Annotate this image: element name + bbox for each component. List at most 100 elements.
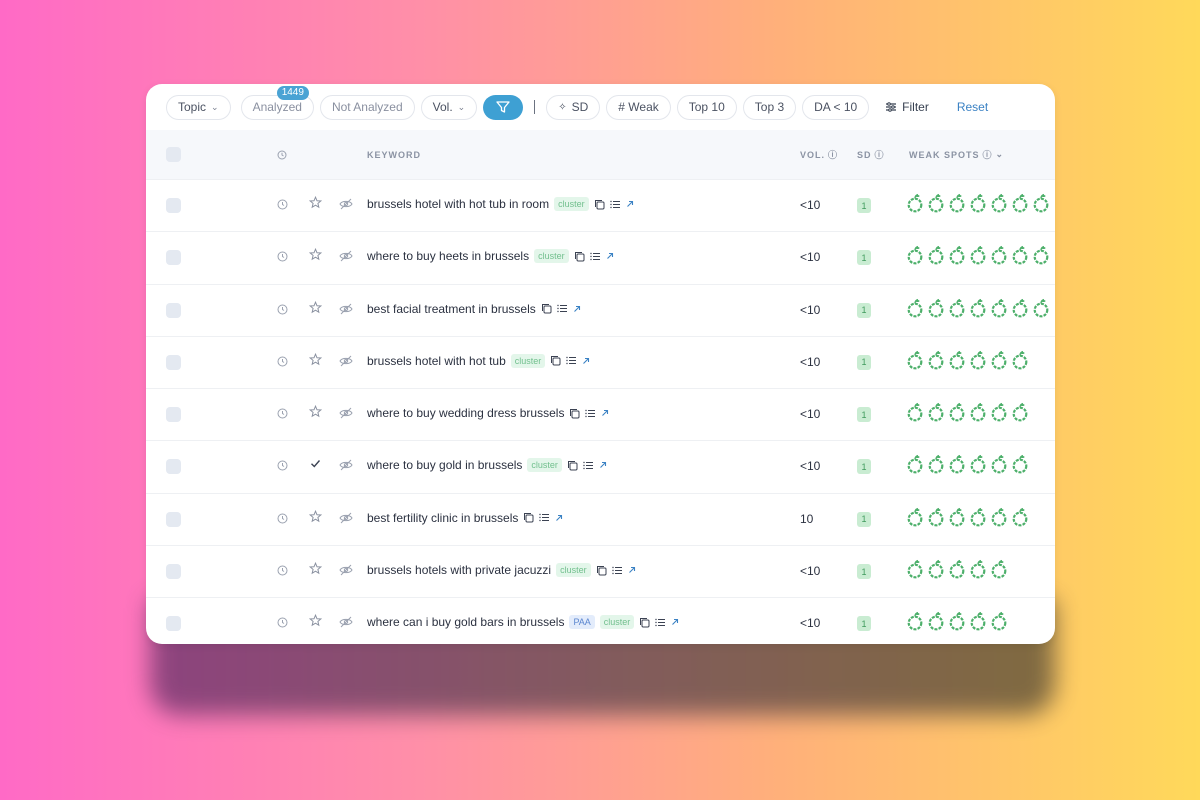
table-row[interactable]: where to buy wedding dress brussels <10 1	[146, 389, 1055, 442]
weak-spot-icon[interactable]	[969, 507, 987, 532]
weak-spot-icon[interactable]	[948, 402, 966, 427]
table-row[interactable]: where can i buy gold bars in brussels PAA…	[146, 598, 1055, 644]
top10-filter[interactable]: Top 10	[676, 94, 737, 120]
weak-spot-icon[interactable]	[969, 298, 987, 323]
sd-filter[interactable]: ✧ SD	[546, 94, 601, 120]
weak-spot-icon[interactable]	[969, 193, 987, 218]
weak-spot-icon[interactable]	[969, 402, 987, 427]
external-link-icon[interactable]	[599, 461, 607, 469]
list-icon[interactable]	[585, 409, 596, 418]
copy-icon[interactable]	[550, 355, 561, 366]
weak-spot-icon[interactable]	[927, 350, 945, 375]
weak-spot-icon[interactable]	[906, 245, 924, 270]
copy-icon[interactable]	[596, 565, 607, 576]
row-checkbox[interactable]	[166, 407, 181, 423]
weak-spot-icon[interactable]	[990, 193, 1008, 218]
row-checkbox[interactable]	[166, 250, 181, 266]
weak-spot-icon[interactable]	[1011, 402, 1029, 427]
hide-icon[interactable]	[339, 249, 353, 267]
star-icon[interactable]	[308, 352, 323, 371]
weak-spot-icon[interactable]	[906, 559, 924, 584]
row-checkbox[interactable]	[166, 302, 181, 318]
weak-spot-icon[interactable]	[1011, 245, 1029, 270]
weak-spot-icon[interactable]	[1032, 245, 1050, 270]
list-icon[interactable]	[557, 304, 568, 313]
history-icon[interactable]	[277, 197, 288, 215]
table-row[interactable]: best fertility clinic in brussels 10 1	[146, 494, 1055, 547]
weak-spot-icon[interactable]	[1032, 193, 1050, 218]
list-icon[interactable]	[655, 618, 666, 627]
vol-column-header[interactable]: VOL. ⓘ	[800, 148, 838, 161]
weak-spot-icon[interactable]	[906, 350, 924, 375]
weak-spot-icon[interactable]	[948, 350, 966, 375]
weak-spot-icon[interactable]	[1011, 507, 1029, 532]
hide-icon[interactable]	[339, 406, 353, 424]
external-link-icon[interactable]	[582, 357, 590, 365]
copy-icon[interactable]	[639, 617, 650, 628]
select-all-checkbox[interactable]	[166, 147, 181, 162]
list-icon[interactable]	[609, 200, 621, 209]
analyzed-filter[interactable]: Analyzed 1449	[240, 85, 314, 120]
weak-spot-icon[interactable]	[990, 350, 1008, 375]
checked-icon[interactable]	[309, 457, 322, 475]
weak-spot-icon[interactable]	[906, 507, 924, 532]
weak-filter[interactable]: # Weak	[606, 94, 671, 120]
row-checkbox[interactable]	[166, 564, 181, 580]
weak-spot-icon[interactable]	[1032, 298, 1050, 323]
weak-spot-icon[interactable]	[969, 559, 987, 584]
keyword-text[interactable]: where to buy gold in brussels	[367, 458, 522, 472]
keyword-text[interactable]: brussels hotels with private jacuzzi	[367, 563, 551, 577]
weak-spot-icon[interactable]	[927, 454, 945, 479]
keyword-text[interactable]: brussels hotel with hot tub in room	[367, 197, 549, 211]
weak-spot-icon[interactable]	[906, 454, 924, 479]
hide-icon[interactable]	[339, 458, 353, 476]
history-icon[interactable]	[277, 563, 288, 581]
weak-spot-icon[interactable]	[927, 193, 945, 218]
weak-spot-icon[interactable]	[1011, 298, 1029, 323]
table-row[interactable]: brussels hotel with hot tub cluster <10 1	[146, 337, 1055, 390]
weak-spot-icon[interactable]	[927, 245, 945, 270]
weak-spot-icon[interactable]	[1011, 350, 1029, 375]
copy-icon[interactable]	[594, 199, 605, 210]
external-link-icon[interactable]	[671, 618, 679, 626]
keyword-column-header[interactable]: KEYWORD	[367, 150, 421, 160]
list-icon[interactable]	[539, 513, 550, 522]
keyword-text[interactable]: where can i buy gold bars in brussels	[367, 615, 564, 629]
history-icon[interactable]	[277, 615, 288, 633]
star-icon[interactable]	[308, 614, 323, 632]
hide-icon[interactable]	[339, 354, 353, 372]
weak-spot-icon[interactable]	[927, 402, 945, 427]
weak-spot-icon[interactable]	[1011, 454, 1029, 479]
weak-spot-icon[interactable]	[969, 350, 987, 375]
weak-spot-icon[interactable]	[927, 298, 945, 323]
filter-toggle-button[interactable]	[483, 94, 524, 120]
weak-spot-icon[interactable]	[948, 611, 966, 636]
weak-spot-icon[interactable]	[990, 559, 1008, 584]
list-icon[interactable]	[583, 461, 594, 470]
topic-dropdown[interactable]: Topic ⌄	[166, 94, 231, 120]
row-checkbox[interactable]	[166, 616, 181, 632]
hide-icon[interactable]	[339, 511, 353, 529]
star-icon[interactable]	[308, 300, 323, 319]
sd-column-header[interactable]: SD ⓘ	[857, 148, 885, 161]
copy-icon[interactable]	[569, 408, 580, 419]
da-filter[interactable]: DA < 10	[802, 94, 870, 120]
history-icon[interactable]	[277, 406, 288, 424]
row-checkbox[interactable]	[166, 459, 181, 475]
copy-icon[interactable]	[574, 251, 585, 262]
history-icon[interactable]	[277, 458, 288, 476]
weak-spot-icon[interactable]	[990, 245, 1008, 270]
external-link-icon[interactable]	[626, 200, 634, 208]
weak-spot-icon[interactable]	[1011, 193, 1029, 218]
keyword-text[interactable]: best facial treatment in brussels	[367, 302, 536, 316]
list-icon[interactable]	[589, 252, 601, 261]
table-row[interactable]: best facial treatment in brussels <10 1	[146, 285, 1055, 337]
history-icon[interactable]	[277, 511, 288, 529]
keyword-text[interactable]: brussels hotel with hot tub	[367, 354, 506, 368]
top3-filter[interactable]: Top 3	[742, 94, 797, 120]
filter-button[interactable]: Filter	[885, 100, 929, 114]
list-icon[interactable]	[566, 356, 577, 365]
star-icon[interactable]	[308, 561, 323, 580]
weak-spot-icon[interactable]	[948, 454, 966, 479]
history-icon[interactable]	[277, 354, 288, 372]
